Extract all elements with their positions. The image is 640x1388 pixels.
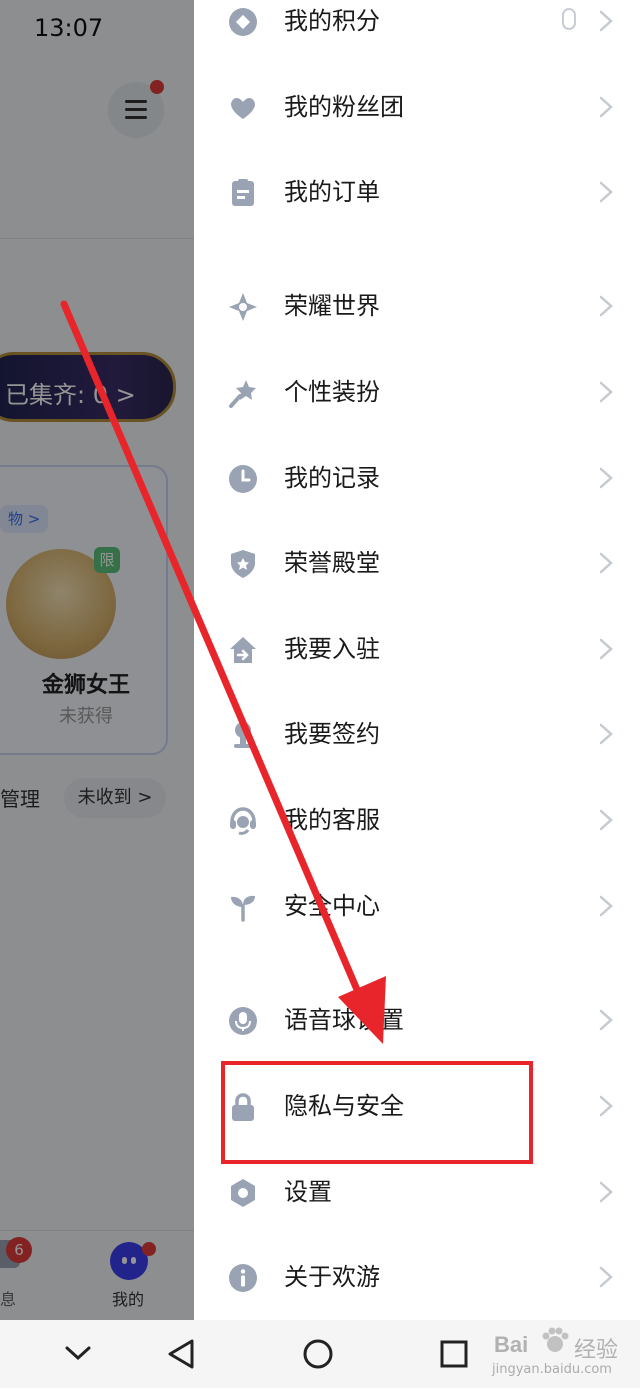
menu-item-label: 我要签约 [284,720,380,748]
sign-contract-icon [234,722,252,748]
menu-item-customer-service[interactable]: 我的客服 [194,784,640,856]
menu-item-orders[interactable]: 我的订单 [194,156,640,228]
watermark-url: jingyan.baidu.com [492,1362,612,1377]
chevron-right-icon [599,1181,613,1203]
menu-item-honor-world[interactable]: 荣耀世界 [194,270,640,342]
chevron-right-icon [599,1266,613,1288]
customer-service-icon [230,807,256,835]
menu-item-label: 安全中心 [284,892,380,920]
order-icon [232,179,254,206]
menu-item-label: 荣誉殿堂 [284,549,380,577]
chevron-right-icon [599,1009,613,1031]
honor-world-icon [229,293,257,321]
dress-up-icon [229,380,256,408]
menu-item-about[interactable]: 关于欢游 [194,1241,640,1313]
chevron-right-icon [599,552,613,574]
menu-item-label: 我的粉丝团 [284,93,404,121]
chevron-down-icon[interactable] [64,1344,92,1362]
join-house-icon [230,637,256,663]
chevron-right-icon [599,96,613,118]
menu-item-label: 设置 [284,1178,332,1206]
menu-item-label: 我的订单 [284,178,380,206]
menu-item-sign-contract[interactable]: 我要签约 [194,698,640,770]
chevron-right-icon [599,467,613,489]
menu-item-fan-club[interactable]: 我的粉丝团 [194,71,640,143]
menu-item-label: 我的记录 [284,464,380,492]
menu-item-label: 荣耀世界 [284,292,380,320]
settings-hex-icon [231,1179,255,1207]
menu-item-settings[interactable]: 设置 [194,1156,640,1228]
menu-item-join[interactable]: 我要入驻 [194,613,640,685]
record-clock-icon [229,465,257,493]
chevron-right-icon [599,381,613,403]
baidu-jingyan-watermark: Bai 经验 jingyan.baidu.com [492,1318,632,1388]
chevron-right-icon [599,638,613,660]
menu-item-label: 关于欢游 [284,1263,380,1291]
points-icon [229,8,257,36]
security-sprout-icon [231,895,255,922]
chevron-right-icon [599,809,613,831]
chevron-right-icon [599,181,613,203]
highlight-box [221,1061,533,1164]
chevron-right-icon [599,1095,613,1117]
menu-item-label: 个性装扮 [284,378,380,406]
honor-shield-icon [231,550,255,578]
paw-logo-icon [542,1327,569,1352]
watermark-brand-cn: 经验 [574,1338,619,1363]
chevron-right-icon [599,895,613,917]
menu-item-security-center[interactable]: 安全中心 [194,870,640,942]
watermark-brand: Bai [494,1332,529,1357]
recent-apps-square-icon[interactable] [440,1340,468,1368]
back-triangle-icon[interactable] [166,1338,196,1370]
home-circle-icon[interactable] [302,1338,334,1370]
microphone-icon [229,1007,257,1035]
menu-item-label: 我的客服 [284,806,380,834]
menu-item-honor-hall[interactable]: 荣誉殿堂 [194,527,640,599]
dim-overlay[interactable] [0,0,194,1320]
menu-item-dress-up[interactable]: 个性装扮 [194,356,640,428]
menu-item-records[interactable]: 我的记录 [194,442,640,514]
fan-club-icon [231,98,255,119]
menu-item-label: 我要入驻 [284,635,380,663]
menu-item-label: 语音球设置 [284,1006,404,1034]
menu-item-voice-ball-settings[interactable]: 语音球设置 [194,984,640,1056]
info-icon [229,1264,257,1292]
chevron-right-icon [599,723,613,745]
chevron-right-icon [599,10,613,32]
chevron-right-icon [599,295,613,317]
menu-item-label: 我的积分 [284,7,380,35]
loading-indicator-icon [562,8,576,30]
